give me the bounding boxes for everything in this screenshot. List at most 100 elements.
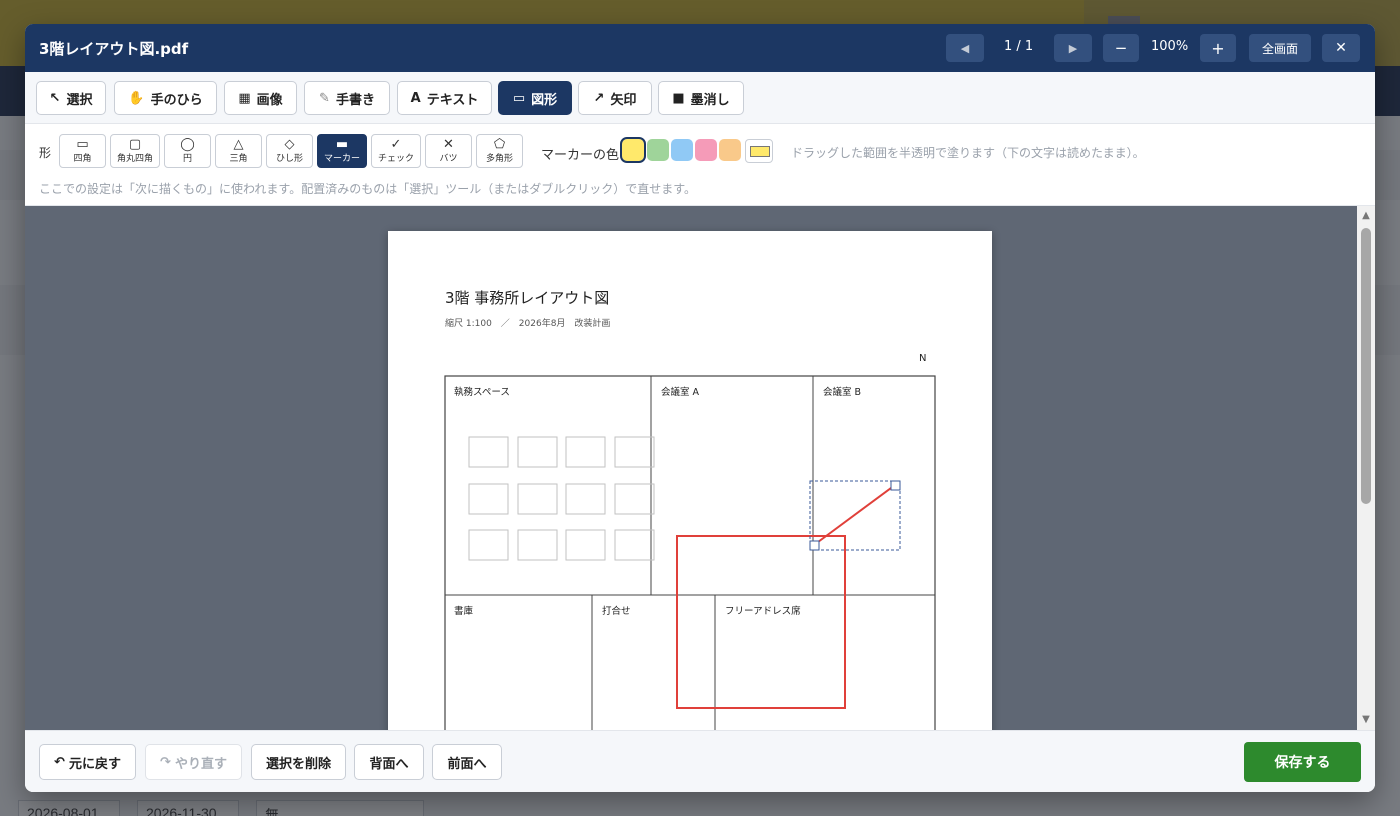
document-canvas[interactable]: 3階 事務所レイアウト図 縮尺 1:100 ／ 2026年8月 改装計画 N 執… [25, 206, 1375, 730]
desk-grid [468, 436, 655, 561]
marker-color-yellow[interactable] [620, 137, 646, 163]
room-label-meeting-a: 会議室 A [661, 386, 700, 398]
resize-handle[interactable] [809, 540, 820, 551]
zoom-in-button[interactable]: + [1200, 34, 1236, 62]
text-icon: A [410, 90, 421, 106]
shape-check-button[interactable]: ✓ チェック [371, 134, 421, 168]
rectangle-icon: ▭ [76, 137, 89, 152]
marker-color-blue[interactable] [671, 139, 693, 161]
shape-circle-button[interactable]: ◯ 円 [164, 134, 211, 168]
tool-hand-button[interactable]: ✋ 手のひら [114, 81, 217, 115]
modal-titlebar: 3階レイアウト図.pdf ◀ 1 / 1 ▶ − 100% + 全画面 ✕ [25, 24, 1375, 72]
bring-front-button[interactable]: 前面へ [432, 744, 502, 780]
tool-handwriting-button[interactable]: ✎ 手書き [304, 81, 390, 115]
resize-handle[interactable] [890, 480, 901, 491]
desk [614, 436, 655, 468]
marker-color-pink[interactable] [695, 139, 717, 161]
desk [565, 436, 606, 468]
vertical-scrollbar[interactable]: ▲ ▼ [1357, 206, 1375, 730]
send-back-button[interactable]: 背面へ [354, 744, 424, 780]
redo-icon: ↷ [160, 754, 171, 770]
marker-hint: ドラッグした範囲を半透明で塗ります（下の文字は読めたまま）。 [791, 146, 1145, 160]
page-indicator: 1 / 1 [1004, 39, 1034, 54]
marker-color-green[interactable] [647, 139, 669, 161]
marker-icon: ▬ [335, 137, 349, 152]
marker-color-orange[interactable] [719, 139, 741, 161]
tool-toolbar: ↖ 選択 ✋ 手のひら ▦ 画像 ✎ 手書き A テキスト ▭ 図形 ↗ 矢印 … [25, 72, 1375, 124]
next-page-button[interactable]: ▶ [1054, 34, 1092, 62]
delete-selection-button[interactable]: 選択を削除 [251, 744, 346, 780]
redo-button[interactable]: ↷ やり直す [145, 744, 242, 780]
shape-polygon-button[interactable]: ⬠ 多角形 [476, 134, 523, 168]
tool-redact-button[interactable]: ■ 墨消し [658, 81, 744, 115]
tool-shape-button[interactable]: ▭ 図形 [498, 81, 572, 115]
prev-icon: ◀ [960, 41, 970, 55]
document-subheading: 縮尺 1:100 ／ 2026年8月 改装計画 [445, 317, 610, 329]
tool-image-button[interactable]: ▦ 画像 [224, 81, 297, 115]
desk [614, 529, 655, 561]
desk [517, 436, 558, 468]
shape-cross-button[interactable]: ✕ バツ [425, 134, 472, 168]
arrow-annotation[interactable] [813, 484, 896, 546]
triangle-icon: △ [233, 137, 244, 152]
room-label-huddle: 打合せ [602, 605, 631, 617]
scroll-down-icon[interactable]: ▼ [1360, 714, 1372, 726]
red-rectangle-annotation[interactable] [676, 535, 846, 709]
rectangle-icon: ▭ [512, 90, 526, 106]
minus-icon: − [1114, 39, 1128, 57]
modal-footer: ↶ 元に戻す ↷ やり直す 選択を削除 背面へ 前面へ 保存する [25, 730, 1375, 792]
shape-rounded-rectangle-button[interactable]: ▢ 角丸四角 [110, 134, 160, 168]
shape-rectangle-button[interactable]: ▭ 四角 [59, 134, 106, 168]
pentagon-icon: ⬠ [493, 137, 506, 152]
pdf-page[interactable]: 3階 事務所レイアウト図 縮尺 1:100 ／ 2026年8月 改装計画 N 執… [388, 231, 992, 730]
desk [614, 483, 655, 515]
desk [468, 483, 509, 515]
close-button[interactable]: ✕ [1322, 34, 1360, 62]
desk [517, 529, 558, 561]
circle-icon: ◯ [180, 137, 195, 152]
rounded-rectangle-icon: ▢ [128, 137, 142, 152]
save-button[interactable]: 保存する [1244, 742, 1361, 782]
tool-select-button[interactable]: ↖ 選択 [36, 81, 106, 115]
image-icon: ▦ [238, 90, 251, 106]
cursor-icon: ↖ [49, 90, 61, 106]
desk [468, 436, 509, 468]
cross-icon: ✕ [443, 137, 454, 152]
marker-color-label: マーカーの色 [541, 148, 620, 163]
room-label-free-address: フリーアドレス席 [725, 605, 801, 617]
pdf-editor-modal: 3階レイアウト図.pdf ◀ 1 / 1 ▶ − 100% + 全画面 ✕ ↖ … [25, 24, 1375, 792]
desk [517, 483, 558, 515]
room-label-meeting-b: 会議室 B [823, 386, 861, 398]
shape-options-bar: 形 ▭ 四角 ▢ 角丸四角 ◯ 円 △ 三角 ◇ ひし形 ▬ マーカー ✓ チェ… [25, 124, 1375, 206]
desk [468, 529, 509, 561]
scroll-up-icon[interactable]: ▲ [1360, 210, 1372, 222]
document-heading: 3階 事務所レイアウト図 [445, 289, 609, 307]
shape-triangle-button[interactable]: △ 三角 [215, 134, 262, 168]
diamond-icon: ◇ [284, 137, 295, 152]
undo-button[interactable]: ↶ 元に戻す [39, 744, 136, 780]
undo-icon: ↶ [54, 754, 65, 770]
tool-arrow-button[interactable]: ↗ 矢印 [578, 81, 652, 115]
shape-label: 形 [39, 146, 52, 160]
marker-preview [745, 139, 773, 163]
settings-hint: ここでの設定は「次に描くもの」に使われます。配置済みのものは「選択」ツール（また… [39, 182, 697, 196]
prev-page-button[interactable]: ◀ [946, 34, 984, 62]
pencil-icon: ✎ [319, 90, 330, 106]
check-icon: ✓ [390, 137, 402, 152]
room-label-office: 執務スペース [454, 386, 510, 398]
tool-text-button[interactable]: A テキスト [397, 81, 492, 115]
zoom-level: 100% [1151, 39, 1189, 54]
room-label-storage: 書庫 [454, 605, 474, 617]
shape-marker-button[interactable]: ▬ マーカー [317, 134, 367, 168]
close-icon: ✕ [1335, 40, 1347, 56]
plus-icon: + [1211, 38, 1225, 58]
next-icon: ▶ [1068, 41, 1078, 55]
shape-diamond-button[interactable]: ◇ ひし形 [266, 134, 313, 168]
redact-icon: ■ [672, 90, 685, 106]
fullscreen-button[interactable]: 全画面 [1249, 34, 1311, 62]
hand-icon: ✋ [128, 90, 145, 106]
modal-title: 3階レイアウト図.pdf [39, 40, 189, 58]
scroll-thumb[interactable] [1361, 228, 1371, 504]
desk [565, 529, 606, 561]
zoom-out-button[interactable]: − [1103, 34, 1139, 62]
